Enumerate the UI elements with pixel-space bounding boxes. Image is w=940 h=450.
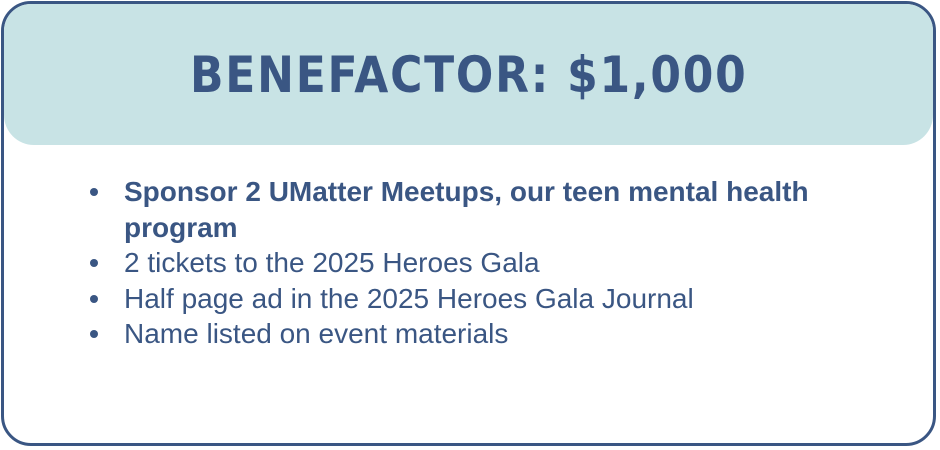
- benefit-item: Name listed on event materials: [90, 316, 850, 352]
- benefit-item: Half page ad in the 2025 Heroes Gala Jou…: [90, 281, 850, 317]
- sponsorship-tier-card: BENEFACTOR: $1,000 Sponsor 2 UMatter Mee…: [1, 1, 936, 446]
- benefit-item: 2 tickets to the 2025 Heroes Gala: [90, 245, 850, 281]
- bullet-icon: [90, 294, 98, 303]
- benefits-list: Sponsor 2 UMatter Meetups, our teen ment…: [90, 174, 850, 352]
- tier-header: BENEFACTOR: $1,000: [4, 4, 933, 145]
- tier-title: BENEFACTOR: $1,000: [189, 45, 748, 104]
- bullet-icon: [90, 188, 98, 196]
- benefit-item: Sponsor 2 UMatter Meetups, our teen ment…: [90, 174, 850, 245]
- bullet-icon: [90, 330, 98, 338]
- benefit-text: Sponsor 2 UMatter Meetups, our teen ment…: [124, 176, 809, 243]
- benefit-text: 2 tickets to the 2025 Heroes Gala: [124, 247, 540, 278]
- bullet-icon: [90, 259, 98, 267]
- benefit-text: Name listed on event materials: [124, 318, 509, 349]
- benefit-text: Half page ad in the 2025 Heroes Gala Jou…: [124, 282, 694, 314]
